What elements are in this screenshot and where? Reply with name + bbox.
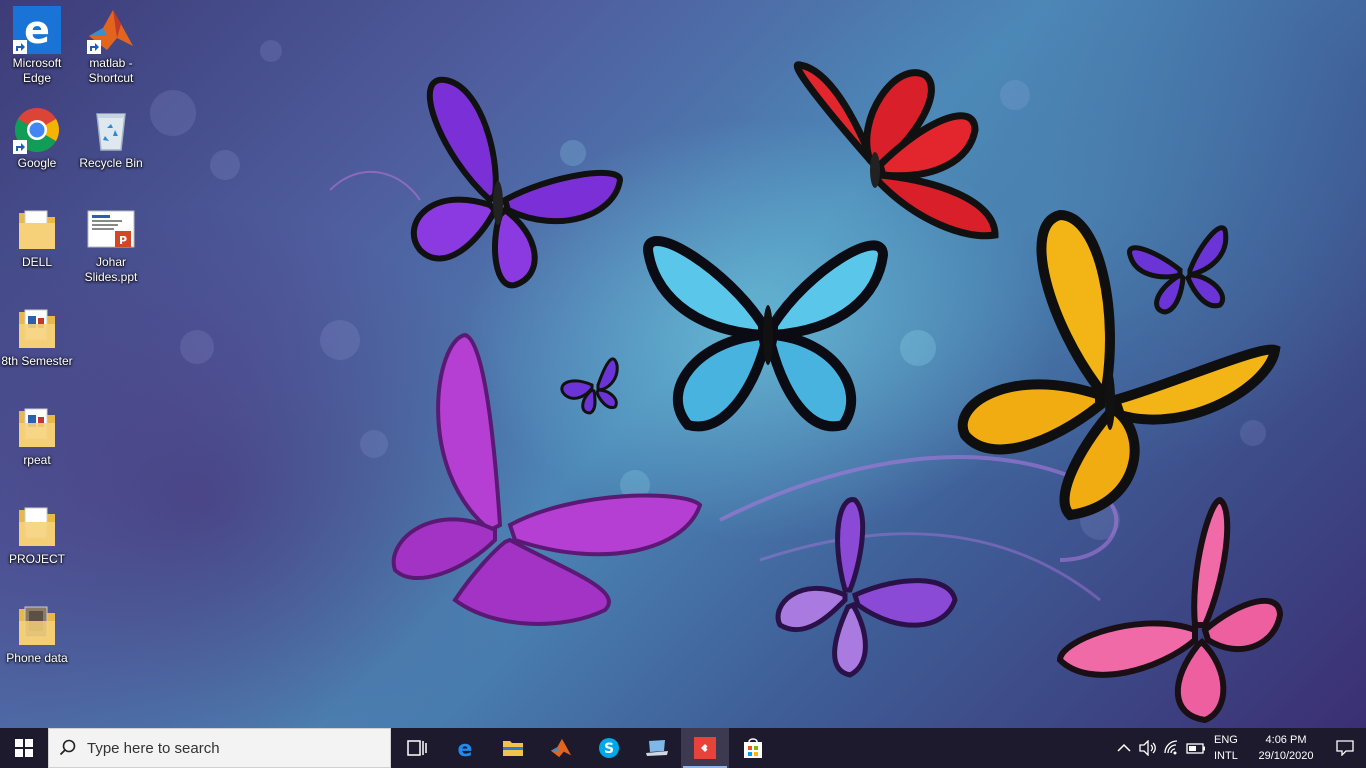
store-icon [744, 738, 762, 758]
desktop-icon-label: Google [17, 156, 57, 170]
folder-icon [13, 205, 61, 253]
shortcut-arrow-icon [87, 40, 101, 54]
folder-icon [13, 601, 61, 649]
desktop-icon-johar-slides[interactable]: P Johar Slides.ppt [74, 205, 148, 285]
violet-butterfly [775, 497, 958, 678]
taskbar-edge[interactable]: e [441, 728, 489, 768]
desktop-icon-label: DELL [21, 255, 53, 269]
taskbar-anydesk[interactable] [681, 728, 729, 768]
input-language-indicator[interactable]: ENG INTL [1208, 732, 1248, 764]
pink-butterfly [1056, 496, 1284, 724]
chevron-up-icon[interactable] [1112, 728, 1136, 768]
desktop-icon-label: Recycle Bin [79, 156, 143, 170]
taskbar: Type here to search e S ENG INTL 4:06 PM… [0, 728, 1366, 768]
desktop-icon-label: 8th Semester [1, 354, 73, 368]
purple-butterfly [410, 76, 624, 289]
laptop-icon [646, 740, 668, 756]
desktop-icon-8th-semester[interactable]: 8th Semester [0, 304, 74, 369]
desktop-icon-recycle-bin[interactable]: Recycle Bin [74, 106, 148, 171]
folder-icon [13, 304, 61, 352]
blue-butterfly [642, 236, 889, 432]
taskbar-laptop-app[interactable] [633, 728, 681, 768]
start-button[interactable] [0, 728, 48, 768]
small-purple-butterfly-right [1127, 225, 1229, 315]
task-view-icon [407, 740, 427, 756]
svg-text:P: P [119, 234, 127, 247]
language-line2: INTL [1214, 750, 1238, 762]
taskbar-matlab[interactable] [537, 728, 585, 768]
desktop-icon-label: PROJECT [8, 552, 65, 566]
desktop-icon-rpeat[interactable]: rpeat [0, 403, 74, 468]
clock-time: 4:06 PM [1265, 734, 1307, 746]
svg-text:e: e [24, 8, 50, 52]
matlab-icon [550, 738, 572, 758]
desktop-icon-label: matlab - Shortcut [88, 56, 134, 85]
battery-icon[interactable] [1184, 728, 1208, 768]
folder-icon [13, 502, 61, 550]
clock[interactable]: 4:06 PM 29/10/2020 [1248, 732, 1324, 764]
svg-text:e: e [458, 737, 473, 759]
desktop-background: e Microsoft Edge matlab - Shortcut Googl… [0, 0, 1366, 728]
desktop-icon-label: rpeat [23, 453, 51, 467]
desktop-icon-label: Microsoft Edge [12, 56, 62, 85]
clock-date: 29/10/2020 [1258, 750, 1314, 762]
shortcut-arrow-icon [13, 40, 27, 54]
folder-icon [503, 741, 523, 756]
shortcut-arrow-icon [13, 140, 27, 154]
svg-text:S: S [604, 741, 614, 757]
powerpoint-file-icon: P [87, 205, 135, 253]
butterfly-wallpaper-art [329, 61, 1284, 724]
magenta-butterfly [391, 332, 703, 626]
recycle-bin-icon [87, 106, 135, 154]
desktop-icon-label: Phone data [6, 651, 68, 665]
desktop-icon-dell[interactable]: DELL [0, 205, 74, 270]
wifi-icon[interactable] [1160, 728, 1184, 768]
notification-icon [1336, 740, 1354, 756]
notification-center-button[interactable] [1324, 728, 1366, 768]
folder-icon [13, 403, 61, 451]
taskbar-task-view[interactable] [393, 728, 441, 768]
desktop-icon-edge[interactable]: e Microsoft Edge [0, 6, 74, 86]
edge-icon: e [13, 6, 61, 54]
system-tray: ENG INTL 4:06 PM 29/10/2020 [1112, 728, 1366, 768]
desktop-icon-matlab[interactable]: matlab - Shortcut [74, 6, 148, 86]
desktop-icon-label: Johar Slides.ppt [84, 255, 138, 284]
anydesk-icon [694, 737, 716, 759]
matlab-icon [87, 6, 135, 54]
chrome-icon [13, 106, 61, 154]
language-line1: ENG [1214, 734, 1238, 746]
taskbar-file-explorer[interactable] [489, 728, 537, 768]
skype-icon: S [599, 738, 619, 758]
edge-icon: e [458, 737, 473, 759]
red-butterfly [793, 61, 999, 240]
desktop-icon-google[interactable]: Google [0, 106, 74, 171]
search-icon [49, 739, 87, 757]
desktop-icon-phone-data[interactable]: Phone data [0, 601, 74, 666]
small-purple-butterfly [560, 357, 619, 415]
search-placeholder: Type here to search [87, 739, 220, 757]
volume-icon[interactable] [1136, 728, 1160, 768]
desktop-icon-project[interactable]: PROJECT [0, 502, 74, 567]
yellow-butterfly [957, 209, 1281, 521]
taskbar-skype[interactable]: S [585, 728, 633, 768]
windows-start-icon [15, 739, 33, 757]
search-box[interactable]: Type here to search [48, 728, 391, 768]
taskbar-store[interactable] [729, 728, 777, 768]
